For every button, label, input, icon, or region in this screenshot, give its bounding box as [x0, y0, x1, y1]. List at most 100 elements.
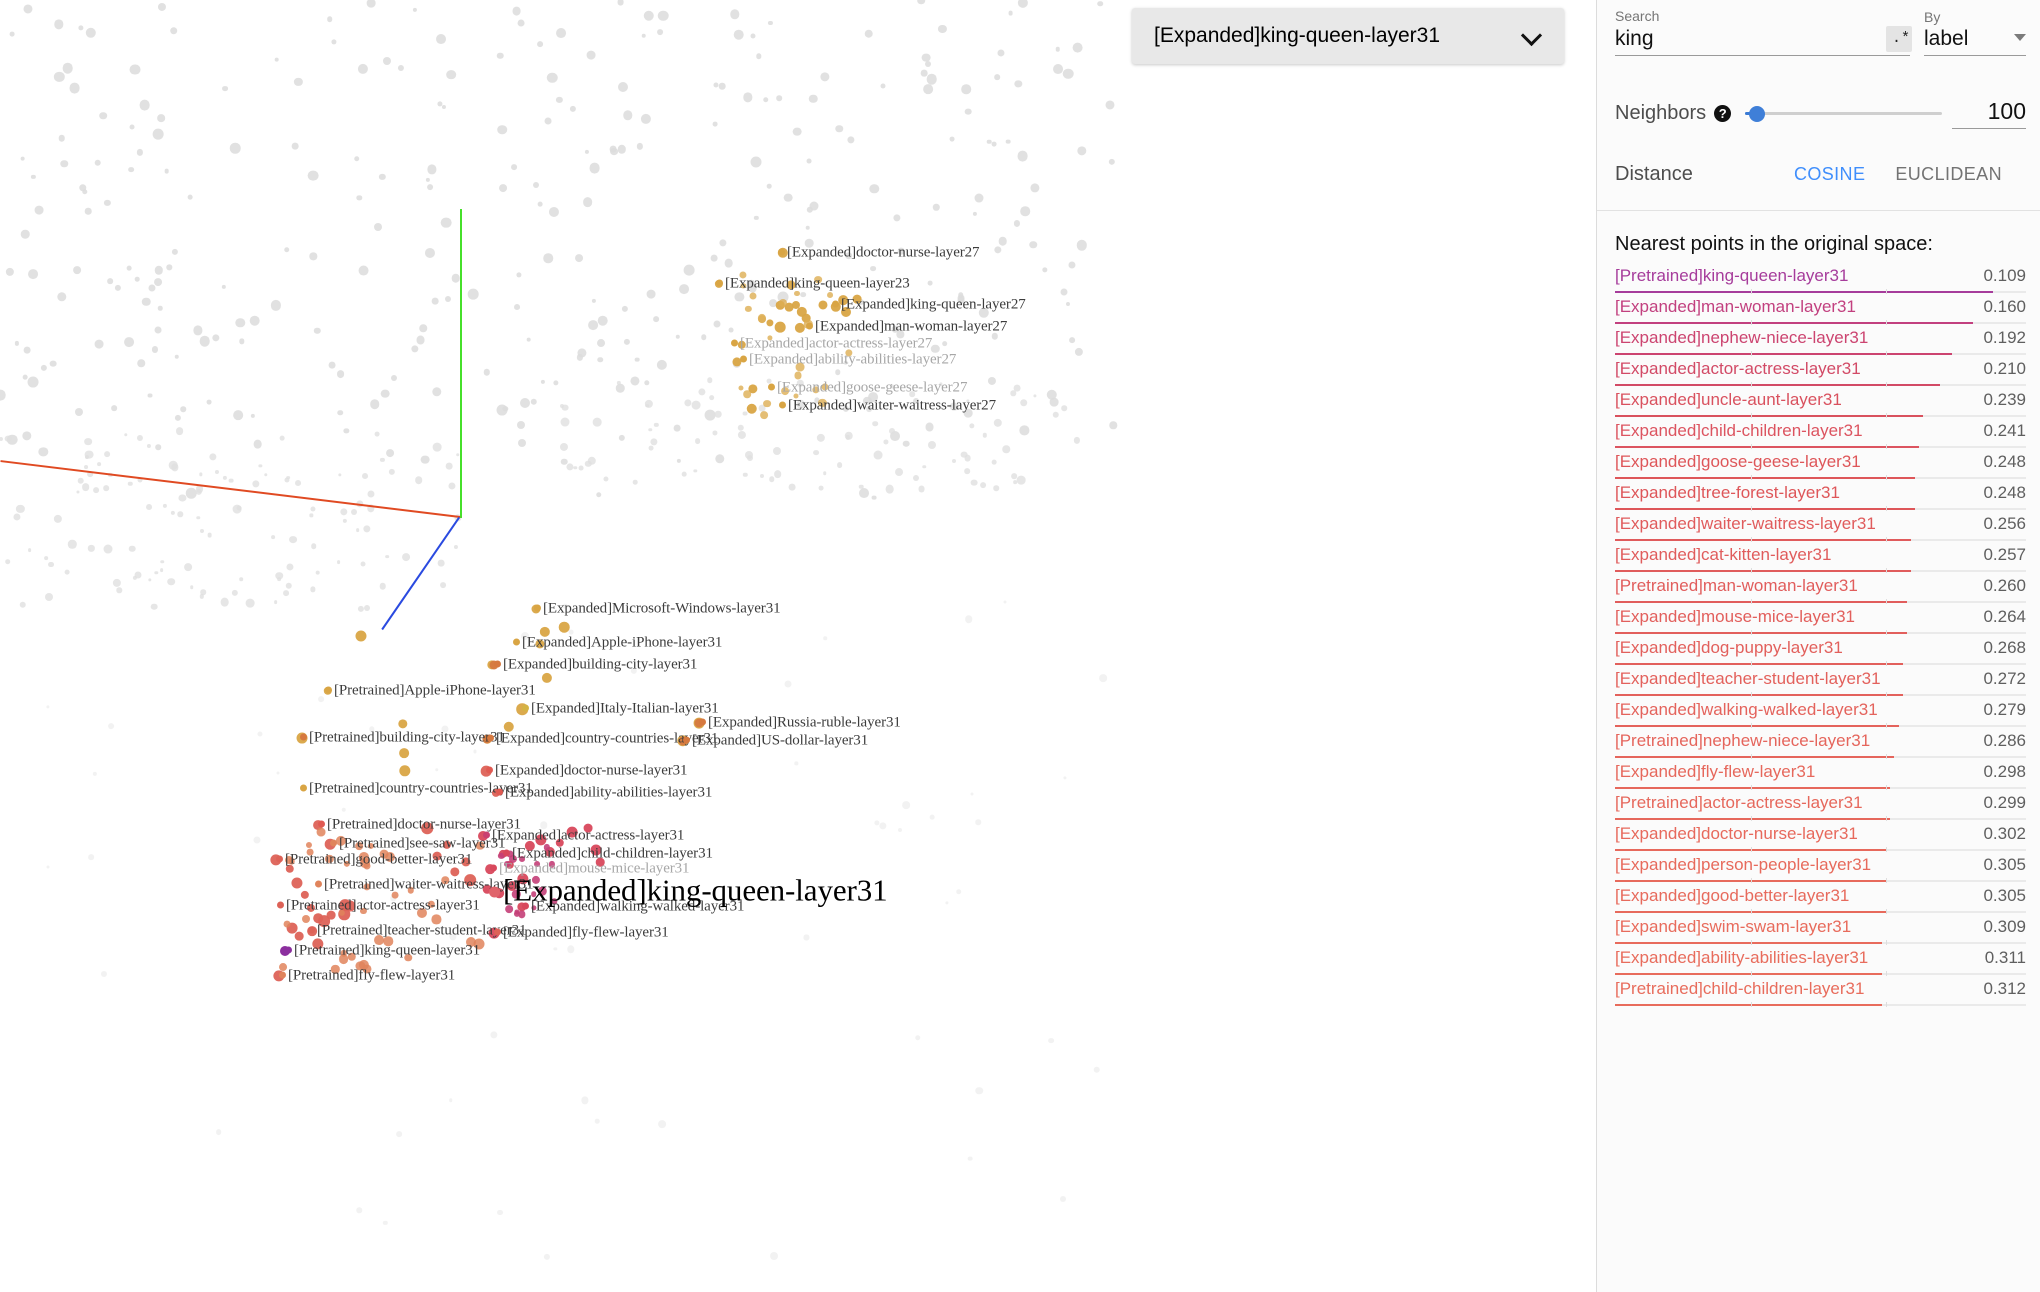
- slider-knob[interactable]: [1749, 105, 1766, 122]
- scatter-point[interactable]: [766, 319, 774, 327]
- scatter-point[interactable]: [737, 430, 746, 440]
- scatter-point[interactable]: [167, 578, 176, 586]
- neighbor-row[interactable]: [Expanded]uncle-aunt-layer31 0.239: [1615, 390, 2026, 421]
- scatter-point[interactable]: [1097, 0, 1104, 7]
- scatter-point[interactable]: [124, 337, 134, 348]
- scatter-point[interactable]: [594, 1119, 600, 1124]
- scatter-point[interactable]: [1019, 425, 1029, 435]
- neighbor-label[interactable]: [Expanded]swim-swam-layer31: [1615, 917, 1968, 937]
- scatter-point[interactable]: [148, 578, 152, 582]
- scatter-point[interactable]: [648, 428, 652, 432]
- scatter-point[interactable]: [432, 442, 442, 452]
- scatter-point[interactable]: [724, 258, 734, 268]
- point-label[interactable]: [Expanded]goose-geese-layer27: [768, 380, 967, 396]
- scatter-point[interactable]: [653, 315, 659, 322]
- scatter-point[interactable]: [556, 97, 563, 104]
- scatter-point[interactable]: [398, 719, 408, 729]
- scatter-point[interactable]: [147, 444, 152, 449]
- scatter-point[interactable]: [399, 748, 409, 758]
- scatter-point[interactable]: [53, 514, 63, 523]
- scatter-point[interactable]: [171, 248, 178, 255]
- scatter-point[interactable]: [615, 383, 625, 393]
- scatter-point[interactable]: [273, 600, 278, 605]
- scatter-point[interactable]: [818, 300, 828, 310]
- scatter-point[interactable]: [27, 268, 38, 279]
- scatter-point[interactable]: [147, 393, 153, 398]
- scatter-point[interactable]: [1108, 158, 1116, 166]
- scatter-point[interactable]: [4, 435, 12, 442]
- scatter-point[interactable]: [4, 558, 11, 565]
- scatter-point[interactable]: [112, 578, 122, 587]
- scatter-point[interactable]: [517, 19, 525, 27]
- scatter-point[interactable]: [222, 476, 227, 481]
- neighbor-label[interactable]: [Pretrained]king-queen-layer31: [1615, 266, 1968, 286]
- scatter-point[interactable]: [926, 73, 937, 85]
- scatter-point[interactable]: [544, 117, 552, 125]
- scatter-point[interactable]: [711, 254, 718, 262]
- neighbor-row[interactable]: [Expanded]mouse-mice-layer31 0.264: [1615, 607, 2026, 638]
- scatter-point[interactable]: [1042, 266, 1048, 273]
- point-label[interactable]: [Expanded]waiter-waitress-layer27: [779, 398, 996, 414]
- scatter-point[interactable]: [239, 577, 244, 581]
- scatter-point[interactable]: [750, 156, 762, 168]
- neighbor-label[interactable]: [Expanded]man-woman-layer31: [1615, 297, 1968, 317]
- scatter-point[interactable]: [873, 450, 883, 460]
- scatter-point[interactable]: [532, 181, 539, 188]
- scatter-point[interactable]: [734, 292, 744, 302]
- scatter-point[interactable]: [809, 94, 818, 103]
- scatter-point[interactable]: [1061, 405, 1067, 411]
- scatter-point[interactable]: [701, 334, 707, 341]
- scatter-point[interactable]: [569, 105, 576, 112]
- neighbors-slider[interactable]: [1745, 104, 1942, 124]
- scatter-point[interactable]: [207, 532, 213, 538]
- scatter-point[interactable]: [1068, 261, 1076, 269]
- scatter-point[interactable]: [235, 317, 245, 328]
- scatter-point[interactable]: [445, 462, 453, 470]
- scatter-point[interactable]: [924, 60, 931, 67]
- neighbor-label[interactable]: [Expanded]good-better-layer31: [1615, 886, 1968, 906]
- scatter-point[interactable]: [14, 341, 19, 346]
- scatter-point[interactable]: [784, 680, 792, 688]
- scatter-point[interactable]: [617, 81, 628, 92]
- scatter-point[interactable]: [31, 174, 36, 179]
- neighbor-label[interactable]: [Expanded]waiter-waitress-layer31: [1615, 514, 1968, 534]
- scatter-point[interactable]: [326, 16, 333, 22]
- neighbor-label[interactable]: [Expanded]child-children-layer31: [1615, 421, 1968, 441]
- scatter-point[interactable]: [930, 814, 935, 820]
- scatter-point[interactable]: [174, 414, 181, 421]
- scatter-point[interactable]: [154, 326, 162, 334]
- scatter-point[interactable]: [1006, 139, 1011, 144]
- scatter-point[interactable]: [1072, 42, 1083, 53]
- scatter-point[interactable]: [129, 124, 135, 130]
- scatter-point[interactable]: [93, 486, 99, 493]
- neighbor-row[interactable]: [Expanded]good-better-layer31 0.305: [1615, 886, 2026, 917]
- scatter-point[interactable]: [885, 484, 895, 494]
- neighbor-row[interactable]: [Expanded]teacher-student-layer31 0.272: [1615, 669, 2026, 700]
- neighbor-row[interactable]: [Expanded]doctor-nurse-layer31 0.302: [1615, 824, 2026, 855]
- scatter-point[interactable]: [283, 589, 289, 596]
- scatter-point[interactable]: [1048, 1037, 1054, 1044]
- scatter-point[interactable]: [517, 420, 526, 429]
- scatter-point[interactable]: [1052, 411, 1059, 419]
- scatter-plot-canvas[interactable]: [Expanded]doctor-nurse-layer27 [Expanded]…: [0, 0, 1596, 1292]
- neighbor-label[interactable]: [Expanded]ability-abilities-layer31: [1615, 948, 1968, 968]
- scatter-point[interactable]: [938, 24, 947, 34]
- neighbor-row[interactable]: [Expanded]walking-walked-layer31 0.279: [1615, 700, 2026, 731]
- scatter-point[interactable]: [383, 56, 392, 65]
- scatter-point[interactable]: [276, 771, 280, 775]
- point-label[interactable]: [Expanded]US-dollar-layer31: [683, 733, 868, 749]
- scatter-point[interactable]: [969, 422, 975, 429]
- scatter-point[interactable]: [357, 605, 365, 612]
- scatter-point[interactable]: [58, 134, 65, 142]
- scatter-point[interactable]: [439, 581, 446, 588]
- scatter-point[interactable]: [516, 272, 522, 278]
- scatter-point[interactable]: [970, 479, 978, 486]
- metadata-label-dropdown[interactable]: [Expanded]king-queen-layer31: [1132, 8, 1564, 64]
- scatter-point[interactable]: [623, 339, 630, 346]
- scatter-point[interactable]: [435, 34, 446, 44]
- scatter-point[interactable]: [584, 149, 589, 154]
- scatter-point[interactable]: [597, 315, 609, 326]
- scatter-point[interactable]: [199, 594, 205, 599]
- scatter-point[interactable]: [27, 376, 39, 388]
- scatter-point[interactable]: [718, 82, 726, 90]
